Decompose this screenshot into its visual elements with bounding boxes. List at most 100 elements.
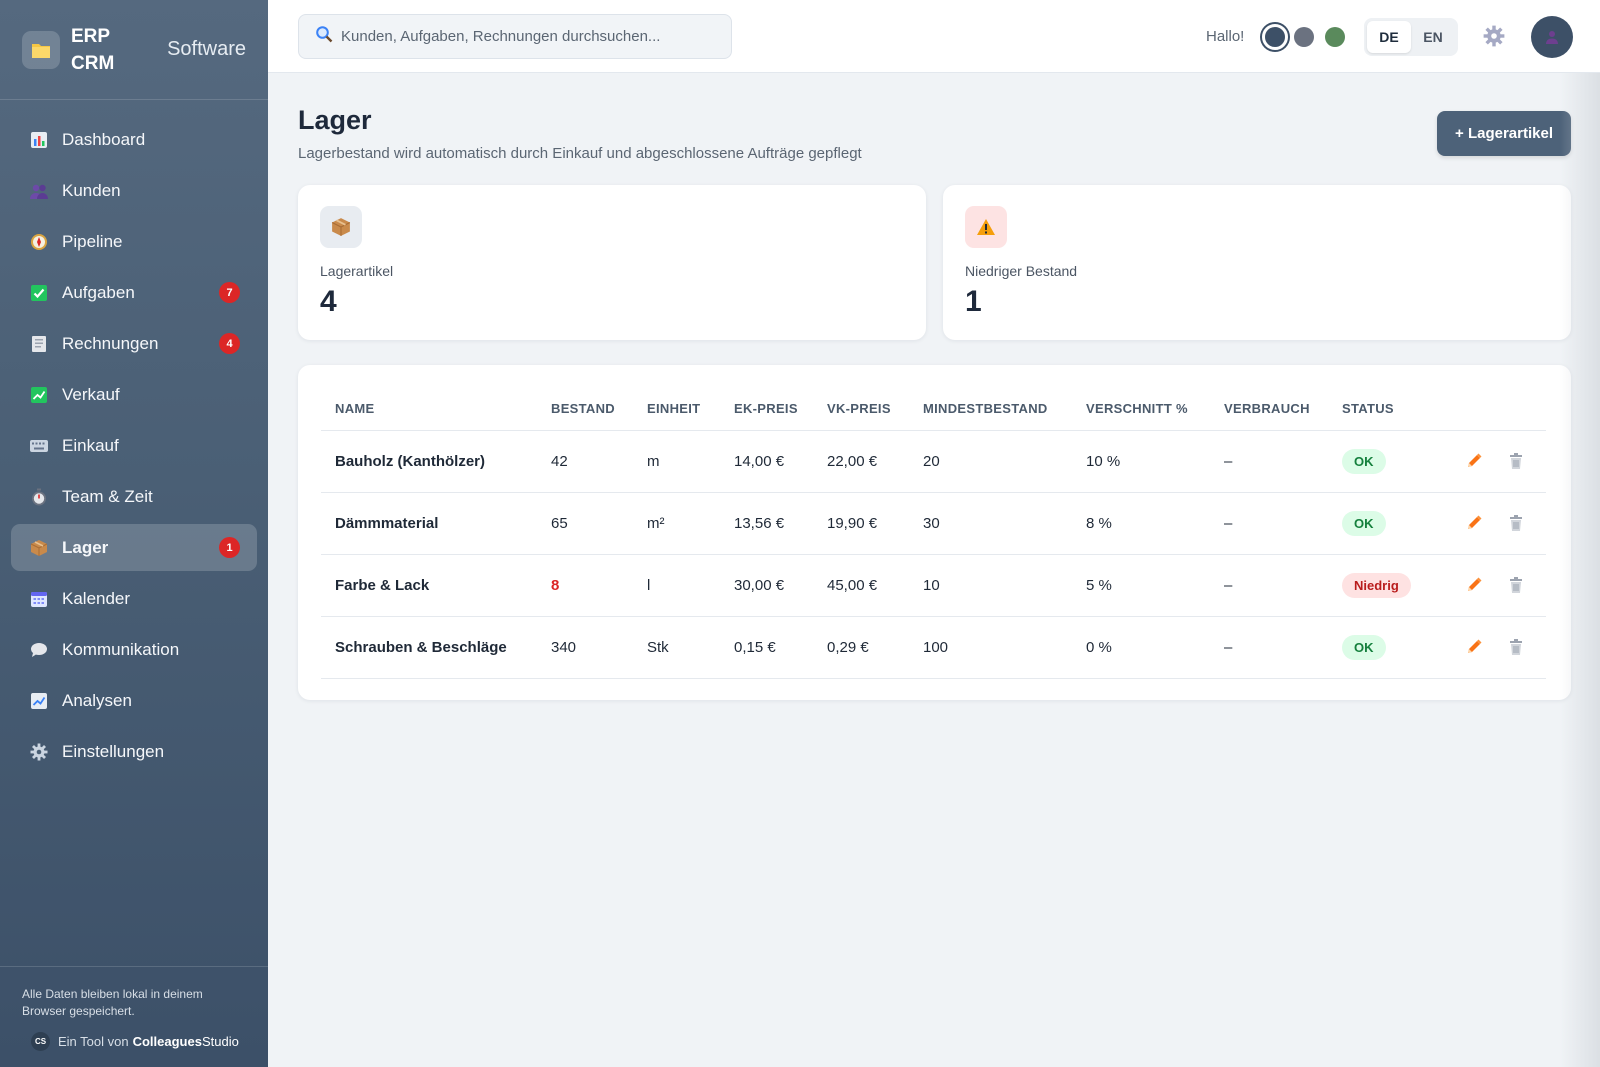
pencil-icon[interactable] <box>1464 575 1484 595</box>
status-badge: Niedrig <box>1342 572 1411 598</box>
user-icon <box>1546 31 1558 44</box>
cell-ek-preis: 30,00 € <box>720 554 813 617</box>
credit-brand-bold: Colleagues <box>132 1034 202 1049</box>
cell-vk-preis: 19,90 € <box>813 492 909 555</box>
cell-vk-preis: 22,00 € <box>813 430 909 493</box>
sidebar-item-label: Analysen <box>62 690 132 710</box>
column-header-verschnitt[interactable]: VERSCHNITT % <box>1072 387 1210 431</box>
column-header-status[interactable]: STATUS <box>1328 387 1450 431</box>
column-header-einheit[interactable]: EINHEIT <box>633 387 720 431</box>
language-switcher: DE EN <box>1364 18 1458 56</box>
sidebar-item-label: Einkauf <box>62 435 119 455</box>
trash-icon[interactable] <box>1506 637 1526 657</box>
brand-name: ERP CRM <box>71 25 115 74</box>
theme-color-green[interactable] <box>1325 27 1345 47</box>
status-badge: OK <box>1342 634 1386 660</box>
settings-gear-icon[interactable] <box>1483 25 1507 49</box>
status-badge: OK <box>1342 510 1386 536</box>
add-stock-item-button[interactable]: + Lagerartikel <box>1437 111 1571 156</box>
sidebar-item-analysen[interactable]: Analysen <box>11 677 257 724</box>
language-de-button[interactable]: DE <box>1367 21 1411 53</box>
theme-color-gray[interactable] <box>1294 27 1314 47</box>
table-row[interactable]: Farbe & Lack 8 l 30,00 € 45,00 € 10 5 % … <box>321 554 1546 617</box>
folder-icon <box>22 30 60 69</box>
sidebar-item-team-zeit[interactable]: Team & Zeit <box>11 473 257 520</box>
compass-icon <box>29 232 49 252</box>
language-en-button[interactable]: EN <box>1411 21 1455 53</box>
sidebar-item-verkauf[interactable]: Verkauf <box>11 371 257 418</box>
credit-prefix: Ein Tool von <box>58 1034 129 1049</box>
column-header-verbrauch[interactable]: VERBRAUCH <box>1210 387 1328 431</box>
credit-link[interactable]: CS Ein Tool von ColleaguesStudio <box>31 1032 246 1051</box>
column-header-bestand[interactable]: BESTAND <box>537 387 633 431</box>
speech-bubble-icon <box>29 640 49 660</box>
notification-badge: 4 <box>219 333 240 354</box>
brand-subtitle: Software <box>167 38 246 60</box>
cell-verschnitt: 5 % <box>1072 554 1210 617</box>
cell-verbrauch: – <box>1210 554 1328 617</box>
sidebar-footer: Alle Daten bleiben lokal in deinem Brows… <box>0 966 268 1067</box>
table-header-row: NAME BESTAND EINHEIT EK-PREIS VK-PREIS M… <box>321 387 1546 431</box>
stat-value: 4 <box>320 285 337 318</box>
sidebar-item-kommunikation[interactable]: Kommunikation <box>11 626 257 673</box>
column-header-name[interactable]: NAME <box>321 387 537 431</box>
warning-icon <box>965 206 1007 248</box>
column-header-mindestbestand[interactable]: MINDESTBESTAND <box>909 387 1072 431</box>
sidebar-item-einkauf[interactable]: Einkauf <box>11 422 257 469</box>
cell-einheit: l <box>633 554 720 617</box>
cell-mindestbestand: 20 <box>909 430 1072 493</box>
sidebar-item-aufgaben[interactable]: Aufgaben 7 <box>11 269 257 316</box>
package-icon <box>320 206 362 248</box>
cell-name: Schrauben & Beschläge <box>321 616 537 679</box>
cell-mindestbestand: 30 <box>909 492 1072 555</box>
column-header-vk-preis[interactable]: VK-PREIS <box>813 387 909 431</box>
cell-verschnitt: 8 % <box>1072 492 1210 555</box>
sidebar-item-label: Team & Zeit <box>62 486 153 506</box>
sidebar-item-label: Kommunikation <box>62 639 180 659</box>
search-input[interactable] <box>341 28 721 45</box>
cell-status: Niedrig <box>1328 554 1450 617</box>
brand[interactable]: ERP CRM Software <box>0 0 268 100</box>
sidebar-item-label: Einstellungen <box>62 741 165 761</box>
sidebar-item-kalender[interactable]: Kalender <box>11 575 257 622</box>
pencil-icon[interactable] <box>1464 637 1484 657</box>
trash-icon[interactable] <box>1506 451 1526 471</box>
cell-vk-preis: 0,29 € <box>813 616 909 679</box>
table-row[interactable]: Dämmmaterial 65 m² 13,56 € 19,90 € 30 8 … <box>321 492 1546 555</box>
sidebar-item-lager[interactable]: Lager 1 <box>11 524 257 571</box>
stat-card-low-stock: Niedriger Bestand 1 <box>943 185 1571 340</box>
cell-name: Dämmmaterial <box>321 492 537 555</box>
column-header-ek-preis[interactable]: EK-PREIS <box>720 387 813 431</box>
table-row[interactable]: Schrauben & Beschläge 340 Stk 0,15 € 0,2… <box>321 616 1546 679</box>
sidebar-item-kunden[interactable]: Kunden <box>11 167 257 214</box>
cell-mindestbestand: 100 <box>909 616 1072 679</box>
cell-einheit: Stk <box>633 616 720 679</box>
sidebar-item-label: Rechnungen <box>62 333 159 353</box>
cell-verschnitt: 10 % <box>1072 430 1210 493</box>
greeting: Hallo! <box>1206 28 1245 45</box>
sidebar-item-pipeline[interactable]: Pipeline <box>11 218 257 265</box>
trash-icon[interactable] <box>1506 513 1526 533</box>
cell-actions <box>1450 430 1546 493</box>
pencil-icon[interactable] <box>1464 451 1484 471</box>
package-icon <box>29 538 49 558</box>
theme-color-dark[interactable] <box>1262 24 1288 50</box>
notification-badge: 1 <box>219 537 240 558</box>
cell-ek-preis: 14,00 € <box>720 430 813 493</box>
sidebar-item-label: Verkauf <box>62 384 120 404</box>
cell-bestand: 340 <box>537 616 633 679</box>
page-subtitle: Lagerbestand wird automatisch durch Eink… <box>298 145 862 162</box>
sidebar-item-dashboard[interactable]: Dashboard <box>11 116 257 163</box>
sidebar-item-label: Lager <box>62 537 109 557</box>
table-row[interactable]: Bauholz (Kanthölzer) 42 m 14,00 € 22,00 … <box>321 430 1546 493</box>
user-avatar[interactable] <box>1531 16 1573 58</box>
cell-bestand: 8 <box>537 554 633 617</box>
trash-icon[interactable] <box>1506 575 1526 595</box>
sidebar-item-einstellungen[interactable]: Einstellungen <box>11 728 257 775</box>
search-icon <box>315 25 333 48</box>
sidebar-item-label: Kunden <box>62 180 121 200</box>
checkbox-icon <box>29 283 49 303</box>
search-box[interactable] <box>298 14 732 59</box>
pencil-icon[interactable] <box>1464 513 1484 533</box>
sidebar-item-rechnungen[interactable]: Rechnungen 4 <box>11 320 257 367</box>
